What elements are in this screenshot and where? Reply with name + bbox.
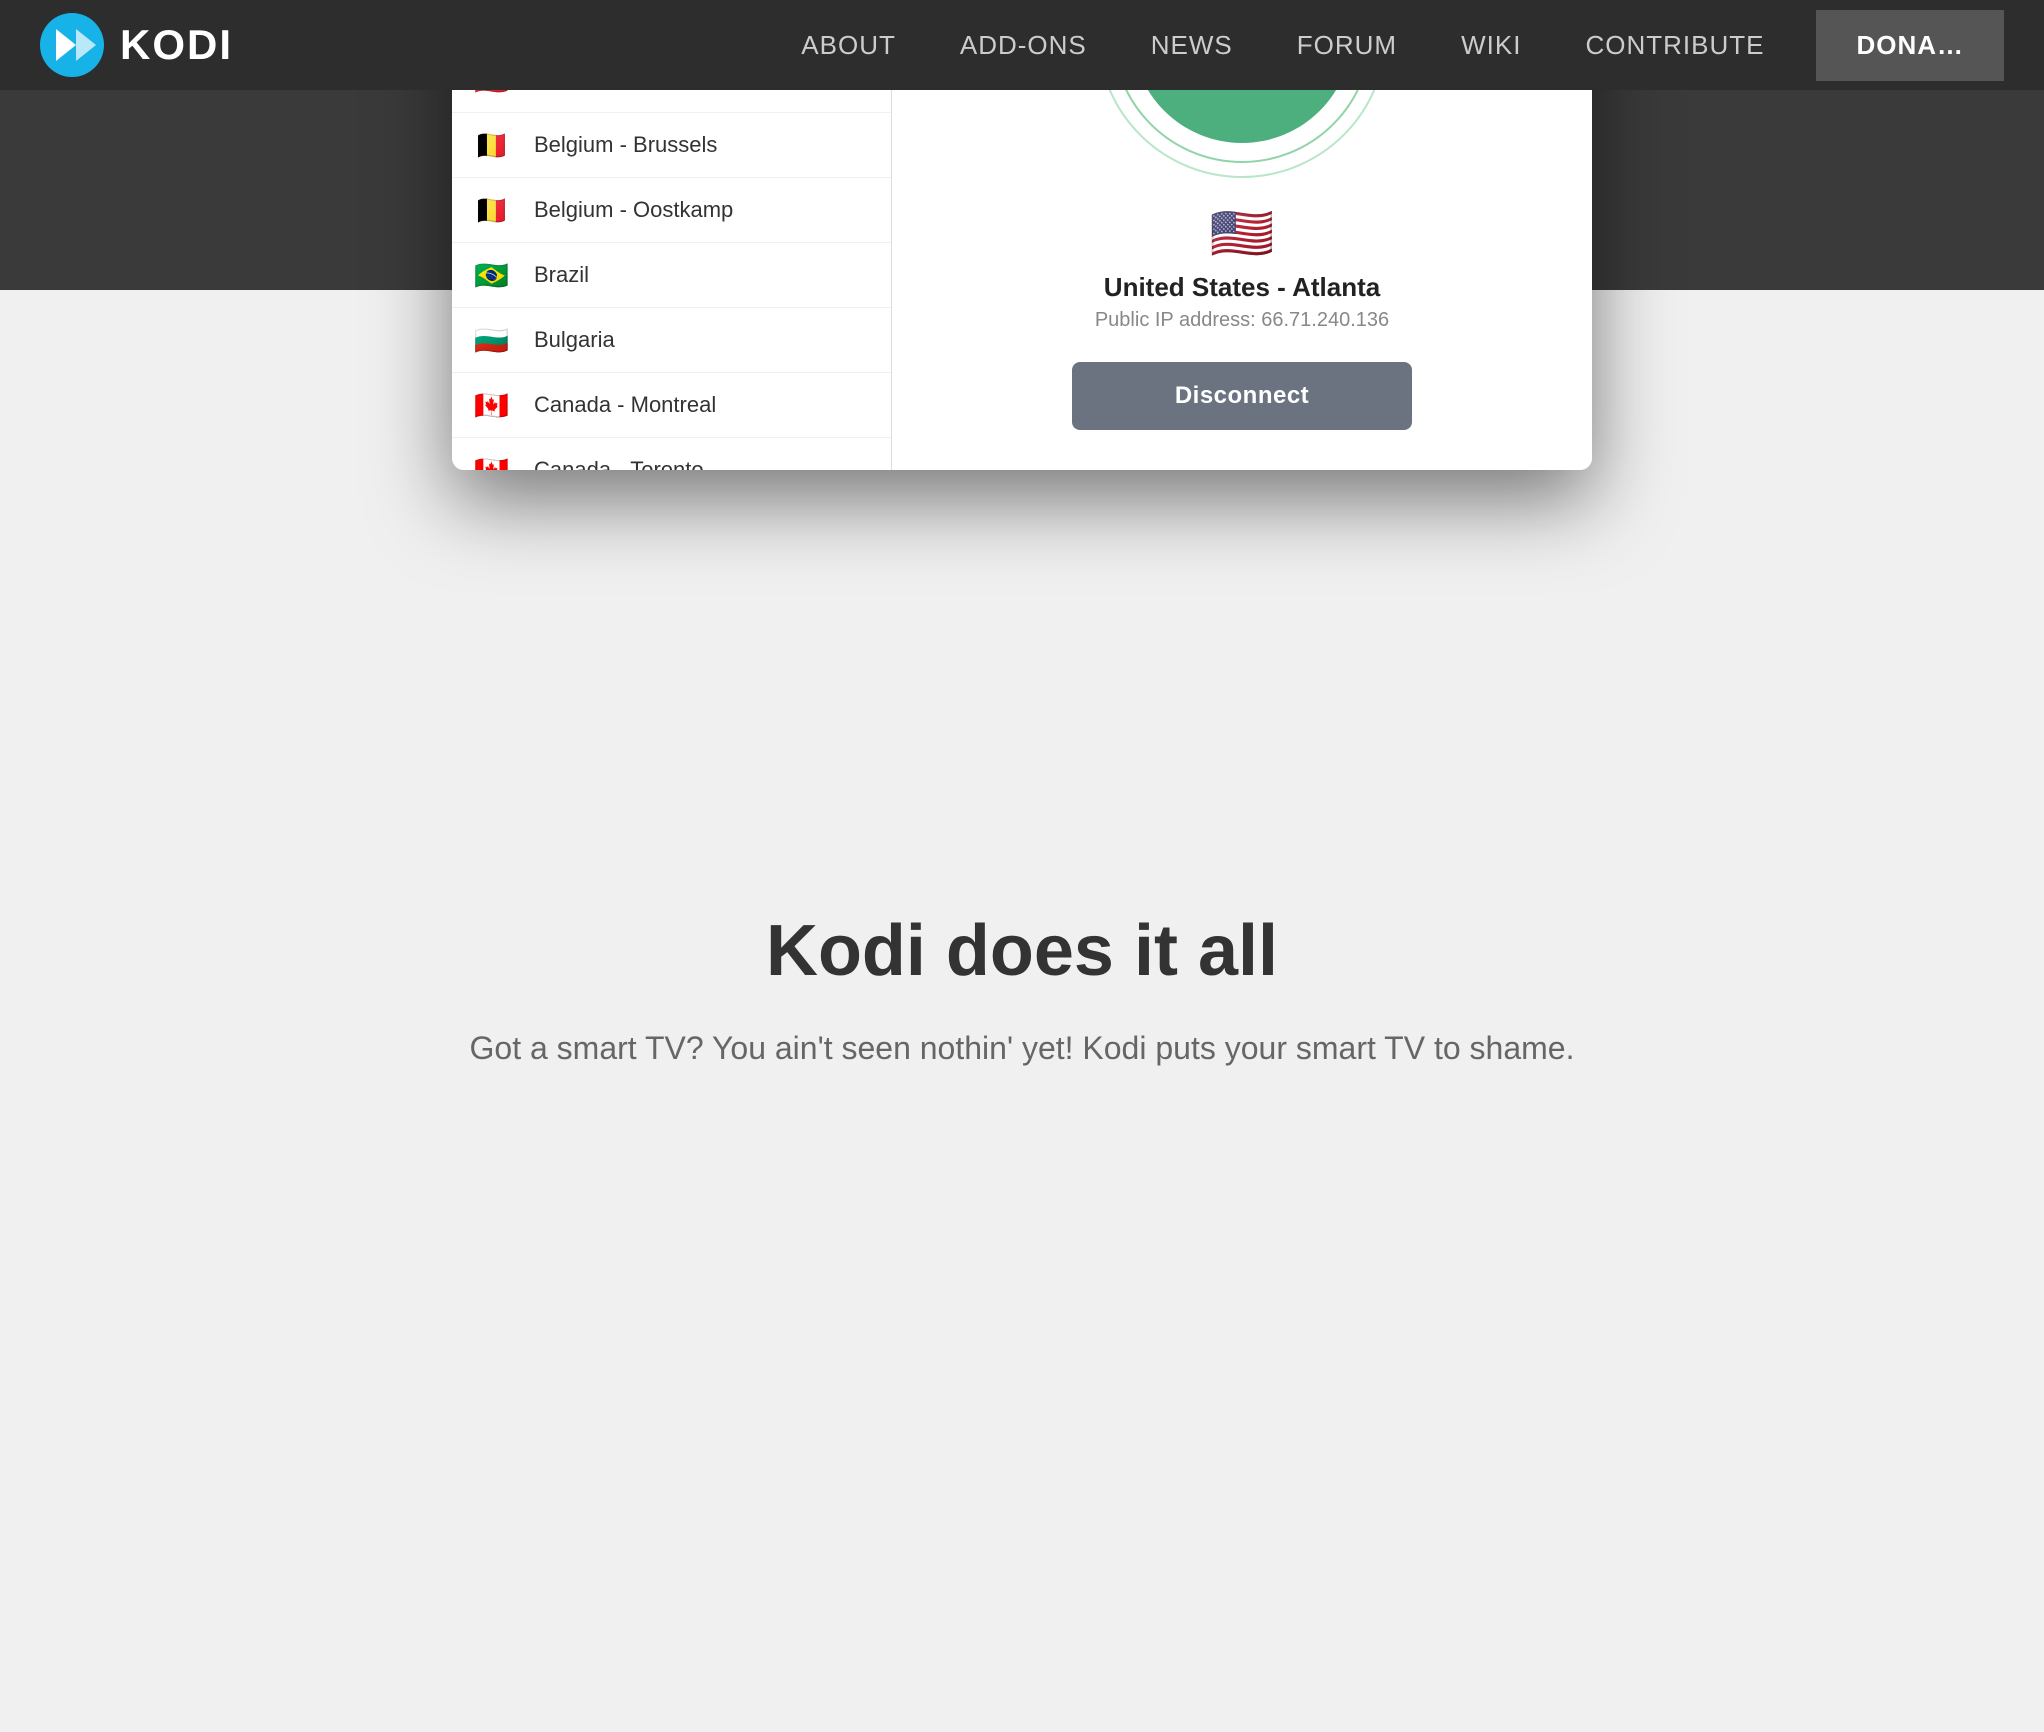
bottom-title: Kodi does it all (470, 910, 1575, 992)
nav-link-about[interactable]: ABOUT (769, 30, 928, 61)
nav-link-forum[interactable]: FORUM (1265, 30, 1429, 61)
flag-belgium-icon (472, 129, 518, 161)
disconnect-button[interactable]: Disconnect (1072, 362, 1412, 430)
connected-ip: Public IP address: 66.71.240.136 (1095, 309, 1389, 332)
list-item[interactable]: Brazil (452, 243, 891, 308)
location-name: Canada - Toronto (534, 457, 704, 470)
flag-canada2-icon (472, 454, 518, 470)
logo[interactable]: KODI (40, 13, 233, 77)
flag-belgium2-icon (472, 194, 518, 226)
flag-bulgaria-icon (472, 324, 518, 356)
list-item[interactable]: Canada - Montreal (452, 373, 891, 438)
bottom-section: Kodi does it all Got a smart TV? You ain… (430, 850, 1615, 1152)
kodi-logo-icon (40, 13, 104, 77)
nav-links: ABOUT ADD-ONS NEWS FORUM WIKI CONTRIBUTE… (769, 10, 2004, 81)
connected-location-name: United States - Atlanta (1095, 272, 1389, 303)
connected-location: 🇺🇸 United States - Atlanta Public IP add… (1095, 203, 1389, 332)
nav-link-addons[interactable]: ADD-ONS (928, 30, 1119, 61)
nav-link-wiki[interactable]: WIKI (1429, 30, 1553, 61)
navbar: KODI ABOUT ADD-ONS NEWS FORUM WIKI CONTR… (0, 0, 2044, 90)
ip-value: 66.71.240.136 (1261, 309, 1389, 331)
flag-brazil-icon (472, 259, 518, 291)
location-name: Brazil (534, 262, 589, 288)
bottom-subtitle: Got a smart TV? You ain't seen nothin' y… (470, 1024, 1575, 1072)
connected-flag-icon: 🇺🇸 (1095, 203, 1389, 264)
location-name: Canada - Montreal (534, 392, 716, 418)
flag-canada-icon (472, 389, 518, 421)
list-item[interactable]: Belgium - Brussels (452, 113, 891, 178)
content-area: ⊞ 🔍 Locations MultiHop™ (0, 290, 2044, 1732)
list-item[interactable]: Bulgaria (452, 308, 891, 373)
nav-donate-button[interactable]: DONA… (1816, 10, 2004, 81)
list-item[interactable]: Belgium - Oostkamp (452, 178, 891, 243)
logo-text: KODI (120, 21, 233, 69)
ip-label: Public IP address: (1095, 309, 1256, 331)
list-item[interactable]: Canada - Toronto (452, 438, 891, 470)
location-name: Bulgaria (534, 327, 615, 353)
nav-link-contribute[interactable]: CONTRIBUTE (1553, 30, 1796, 61)
location-name: Belgium - Oostkamp (534, 197, 733, 223)
nav-link-news[interactable]: NEWS (1119, 30, 1265, 61)
location-name: Belgium - Brussels (534, 132, 717, 158)
